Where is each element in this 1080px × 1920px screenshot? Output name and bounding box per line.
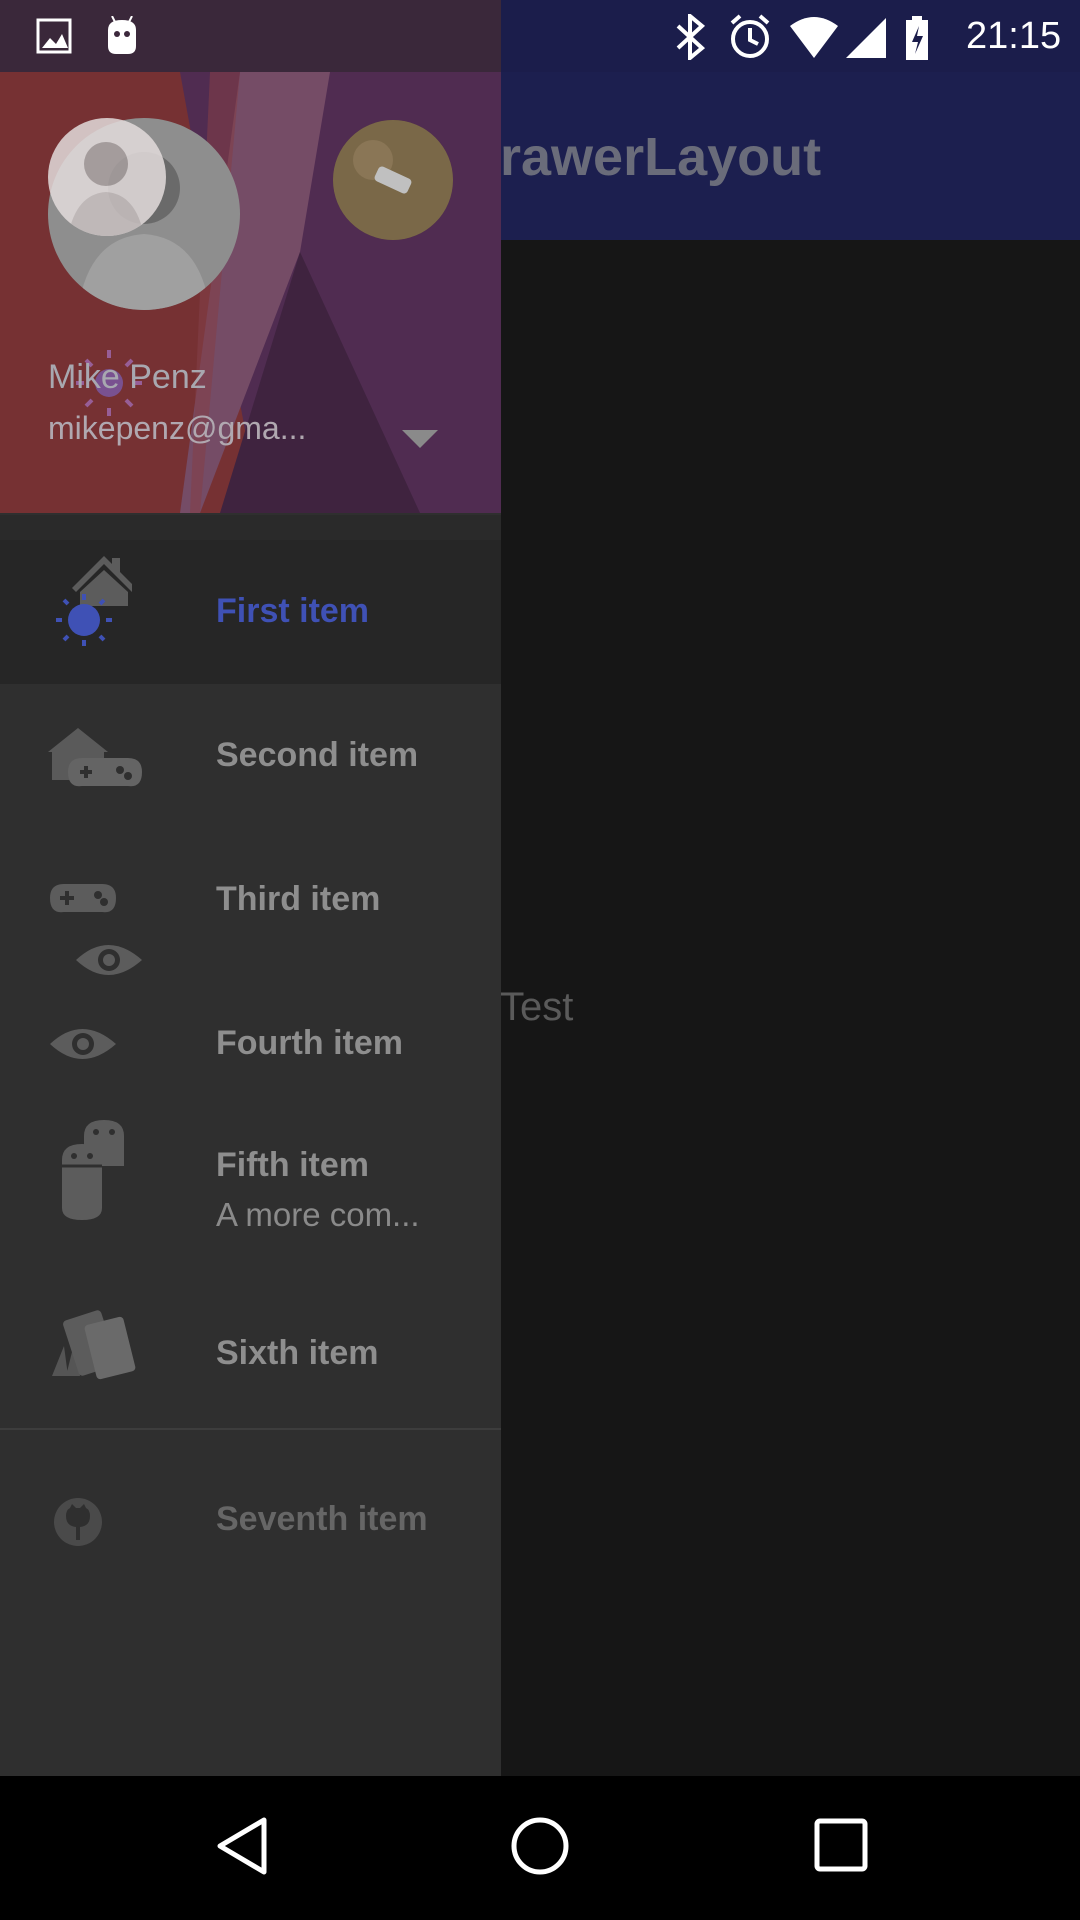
android-notification-icon <box>108 16 136 54</box>
arrow-drop-down-icon[interactable] <box>402 430 438 450</box>
drawer-header[interactable]: Mike Penz mikepenz@gma... <box>0 72 501 513</box>
wifi-icon <box>790 17 838 58</box>
drawer-item-fifth[interactable]: Fifth item A more com... <box>0 1116 501 1284</box>
gamepad-icon <box>48 728 142 787</box>
drawer-item-label: Fourth item <box>216 1024 403 1062</box>
drawer-item-seventh[interactable]: Seventh item <box>0 1448 501 1592</box>
drawer-item-second[interactable]: Second item <box>0 684 501 828</box>
drawer-item-label: Second item <box>216 736 419 774</box>
back-button[interactable] <box>214 1816 270 1876</box>
drawer-item-description: A more com... <box>216 1196 420 1233</box>
eye-icon <box>50 1029 116 1059</box>
drawer-item-label: Seventh item <box>216 1500 428 1538</box>
navigation-bar <box>0 1776 1080 1920</box>
home-button[interactable] <box>510 1816 570 1876</box>
toolbar-title: rawerLayout <box>500 127 822 187</box>
signal-icon <box>846 18 886 58</box>
android-icon <box>62 1120 124 1220</box>
cards-icon <box>52 1310 136 1380</box>
bluetooth-icon <box>676 14 706 60</box>
alarm-icon <box>730 14 770 58</box>
drawer-item-fourth[interactable]: Fourth item <box>0 972 501 1116</box>
drawer-divider <box>0 1428 501 1430</box>
drawer-item-label: Fifth item <box>216 1146 369 1184</box>
battery-charging-icon <box>906 16 928 60</box>
home-icon <box>56 556 132 646</box>
secondary-profile-avatar[interactable] <box>333 120 453 240</box>
status-icons <box>676 14 928 60</box>
github-icon <box>54 1498 102 1546</box>
content-text: Test <box>500 985 574 1029</box>
drawer-item-sixth[interactable]: Sixth item <box>0 1284 501 1428</box>
notification-icons <box>36 16 136 54</box>
navigation-drawer: Mike Penz mikepenz@gma... First item Sec… <box>0 0 501 1776</box>
drawer-item-third[interactable]: Third item <box>0 828 501 975</box>
gamepad-icon <box>50 884 116 913</box>
profile-email: mikepenz@gma... <box>48 410 307 446</box>
drawer-item-first[interactable]: First item <box>0 540 501 684</box>
status-time: 21:15 <box>966 15 1062 57</box>
image-icon <box>36 18 72 54</box>
profile-avatar-small[interactable] <box>48 118 166 236</box>
recents-button[interactable] <box>814 1818 868 1872</box>
profile-name: Mike Penz <box>48 358 207 396</box>
drawer-item-label: First item <box>216 592 370 630</box>
list-top-spacer <box>0 515 501 540</box>
drawer-item-label: Sixth item <box>216 1334 379 1372</box>
drawer-item-label: Third item <box>216 880 381 918</box>
